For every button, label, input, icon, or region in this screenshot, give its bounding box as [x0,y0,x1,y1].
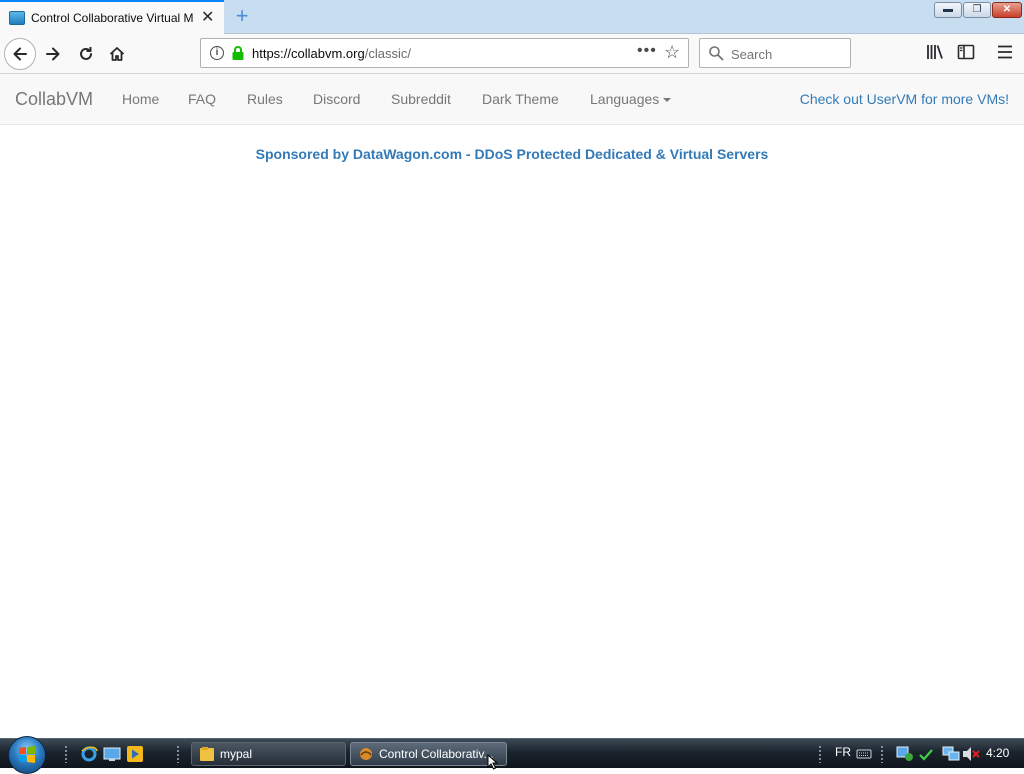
url-path: /classic/ [364,46,411,61]
browser-tab-active[interactable]: Control Collaborative Virtual M ✕ [0,0,224,34]
search-box[interactable]: Search [699,38,851,68]
page-actions-icon[interactable]: ••• [637,42,657,60]
task-label: Control Collaborativ... [379,747,494,761]
nav-link-dark-theme[interactable]: Dark Theme [482,91,559,107]
window-minimize-button[interactable]: ▬ [934,2,962,18]
new-tab-button[interactable]: + [231,5,253,28]
lock-icon[interactable] [231,45,245,61]
volume-muted-icon[interactable] [962,746,980,762]
folder-icon [200,747,214,761]
taskbar-grip[interactable] [176,745,180,763]
system-clock[interactable]: 4:20 [986,746,1009,760]
arrow-right-icon [46,47,60,61]
show-desktop-icon[interactable] [103,745,121,763]
nav-link-home[interactable]: Home [122,91,159,107]
language-indicator[interactable]: FR [835,745,851,759]
reload-icon [80,47,92,60]
window-close-button[interactable]: ✕ [992,2,1022,18]
home-button[interactable] [101,38,133,70]
internet-explorer-icon[interactable] [80,745,98,763]
taskbar-button-mypal[interactable]: mypal [191,742,346,766]
search-icon [709,46,724,61]
mypal-browser-icon [360,748,372,760]
sidebar-icon[interactable] [957,43,975,61]
forward-button[interactable] [37,38,69,70]
uservm-link[interactable]: Check out UserVM for more VMs! [800,91,1009,107]
library-icon[interactable] [926,43,944,61]
address-bar[interactable]: i https://collabvm.org/classic/ ••• ☆ [200,38,689,68]
network-icon[interactable] [942,746,960,762]
taskbar-grip[interactable] [64,745,68,763]
languages-label: Languages [590,91,660,107]
monitor-favicon-icon [9,11,25,25]
taskbar: mypal Control Collaborativ... FR 4:20 [0,736,1024,774]
nav-link-discord[interactable]: Discord [313,91,360,107]
sponsor-link[interactable]: Sponsored by DataWagon.com - DDoS Protec… [0,146,1024,162]
nav-link-subreddit[interactable]: Subreddit [391,91,451,107]
security-alert-icon[interactable] [896,746,914,762]
taskbar-grip[interactable] [818,745,822,763]
home-icon [109,47,125,61]
caret-down-icon [663,98,672,103]
taskbar-grip[interactable] [880,745,884,763]
reload-button[interactable] [70,38,102,70]
bookmark-star-icon[interactable]: ☆ [664,43,680,61]
arrow-left-icon [13,47,27,61]
browser-toolbar: i https://collabvm.org/classic/ ••• ☆ Se… [0,34,1024,74]
start-button[interactable] [8,736,46,774]
nav-dropdown-languages[interactable]: Languages [590,91,672,107]
url-text: https://collabvm.org/classic/ [252,46,411,61]
back-button[interactable] [4,38,36,70]
task-label: mypal [220,747,253,761]
nav-link-rules[interactable]: Rules [247,91,283,107]
media-player-icon[interactable] [126,745,144,763]
window-maximize-button[interactable]: ❐ [963,2,991,18]
tab-close-icon[interactable]: ✕ [201,10,214,26]
info-icon[interactable]: i [210,46,224,60]
keyboard-icon[interactable] [856,746,872,760]
tab-title: Control Collaborative Virtual M [31,11,194,25]
menu-hamburger-icon[interactable] [997,43,1013,61]
taskbar-button-browser[interactable]: Control Collaborativ... [350,742,507,766]
url-host: https://collabvm.org [252,46,365,61]
site-navbar: CollabVM Home FAQ Rules Discord Subreddi… [0,74,1024,125]
update-check-icon[interactable] [918,746,934,762]
browser-titlebar: Control Collaborative Virtual M ✕ + ▬ ❐ … [0,0,1024,34]
windows-logo-icon [19,746,35,763]
site-brand[interactable]: CollabVM [15,89,93,110]
search-placeholder: Search [731,47,773,62]
nav-link-faq[interactable]: FAQ [188,91,216,107]
